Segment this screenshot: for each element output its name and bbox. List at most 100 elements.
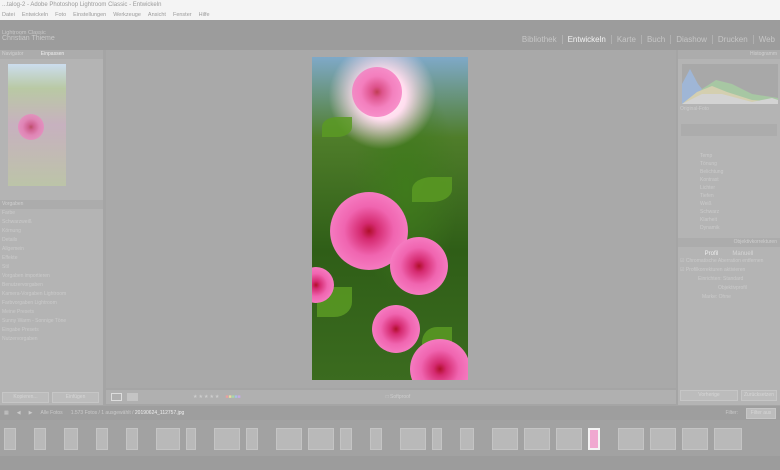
preset-item[interactable]: Kamera-Vorgaben Lightroom [0, 290, 103, 299]
menu-werkzeuge[interactable]: Werkzeuge [113, 10, 141, 20]
filmstrip-thumbnail[interactable] [432, 428, 442, 450]
preset-item[interactable]: Allgemein [0, 245, 103, 254]
slider-label: Dynamik [700, 225, 720, 231]
grid-icon[interactable]: ▦ [4, 410, 9, 416]
menu-ansicht[interactable]: Ansicht [148, 10, 166, 20]
slider-row[interactable]: Tiefen [698, 192, 780, 200]
module-entwickeln[interactable]: Entwickeln [563, 35, 612, 44]
filmstrip-thumbnail[interactable] [96, 428, 108, 450]
module-buch[interactable]: Buch [642, 35, 672, 44]
previous-button[interactable]: Vorherige [680, 390, 738, 401]
preset-item[interactable]: Effekte [0, 254, 103, 263]
basic-panel: Temp Tönung Belichtung Kontrast Lichter Tiefe… [678, 152, 780, 232]
filmstrip[interactable] [0, 420, 780, 456]
filmstrip-thumbnail[interactable] [714, 428, 742, 450]
module-drucken[interactable]: Drucken [713, 35, 754, 44]
menu-entwickeln[interactable]: Entwickeln [22, 10, 48, 20]
filmstrip-thumbnail[interactable] [214, 428, 240, 450]
filmstrip-thumbnail[interactable] [556, 428, 582, 450]
histogram [682, 64, 778, 104]
forward-icon[interactable]: ▶ [29, 410, 33, 416]
slider-row[interactable]: Dynamik [698, 224, 780, 232]
setup-select[interactable]: Standard [723, 276, 743, 282]
module-karte[interactable]: Karte [612, 35, 642, 44]
loupe-view-icon[interactable] [111, 393, 122, 401]
window-title: ...talog-2 - Adobe Photoshop Lightroom C… [2, 2, 162, 8]
filmstrip-thumbnail[interactable] [186, 428, 196, 450]
preset-item[interactable]: Nutzervorgaben [0, 335, 103, 344]
slider-label: Klarheit [700, 217, 717, 223]
slider-row[interactable]: Weiß [698, 200, 780, 208]
module-bibliothek[interactable]: Bibliothek [517, 35, 563, 44]
preset-item[interactable]: Sunny Warm - Sonnige Töne [0, 317, 103, 326]
copy-button[interactable]: Kopieren... [2, 392, 49, 403]
file-name[interactable]: 20190624_112757.jpg [135, 410, 184, 416]
navigator-preview[interactable] [8, 64, 66, 186]
menu-fenster[interactable]: Fenster [173, 10, 192, 20]
rating-stars[interactable]: ★★★★★ [193, 394, 220, 400]
color-labels[interactable]: ■■■■■ [225, 394, 240, 400]
title-bar: ...talog-2 - Adobe Photoshop Lightroom C… [0, 0, 780, 10]
slider-row[interactable]: Kontrast [698, 176, 780, 184]
slider-row[interactable]: Temp [698, 152, 780, 160]
filmstrip-thumbnail[interactable] [246, 428, 258, 450]
filmstrip-thumbnail[interactable] [156, 428, 180, 450]
compare-view-icon[interactable] [127, 393, 138, 401]
chk-profile[interactable]: ☑ Profilkorrekturen aktivieren [678, 266, 780, 275]
filmstrip-thumbnail[interactable] [618, 428, 644, 450]
preset-item[interactable]: Benutzervorgaben [0, 281, 103, 290]
original-photo-toggle[interactable]: Original-Foto [678, 105, 780, 114]
zoom-fit[interactable]: Einpassen [41, 51, 64, 57]
lens-corrections-header[interactable]: Objektivkorrekturen [678, 238, 780, 247]
module-web[interactable]: Web [754, 35, 780, 44]
slider-row[interactable]: Belichtung [698, 168, 780, 176]
module-diashow[interactable]: Diashow [671, 35, 713, 44]
preset-item[interactable]: Meine Presets [0, 308, 103, 317]
filmstrip-thumbnail[interactable] [370, 428, 382, 450]
filmstrip-thumbnail[interactable] [682, 428, 708, 450]
preset-item[interactable]: Vorgaben importieren [0, 272, 103, 281]
filter-select[interactable]: Filter aus [746, 407, 776, 419]
presets-header[interactable]: Vorgaben [0, 200, 103, 209]
paste-button[interactable]: Einfügen [52, 392, 99, 403]
filmstrip-thumbnail[interactable] [460, 428, 474, 450]
filmstrip-thumbnail[interactable] [650, 428, 676, 450]
filmstrip-thumbnail[interactable] [340, 428, 352, 450]
make-select[interactable]: Ohne [719, 294, 731, 300]
filmstrip-thumbnail[interactable] [276, 428, 302, 450]
back-icon[interactable]: ◀ [17, 410, 21, 416]
filmstrip-thumbnail[interactable] [126, 428, 138, 450]
chk-chromatic[interactable]: ☑ Chromatische Aberration entfernen [678, 257, 780, 266]
reset-button[interactable]: Zurücksetzen [741, 390, 777, 401]
filmstrip-thumbnail[interactable] [34, 428, 46, 450]
tool-strip[interactable] [681, 124, 777, 136]
slider-row[interactable]: Lichter [698, 184, 780, 192]
preset-item[interactable]: Schwarzweiß [0, 218, 103, 227]
filmstrip-thumbnail[interactable] [4, 428, 16, 450]
histogram-header[interactable]: Histogramm [678, 50, 780, 59]
filmstrip-thumbnail[interactable] [524, 428, 550, 450]
filmstrip-thumbnail[interactable] [400, 428, 426, 450]
menu-einstellungen[interactable]: Einstellungen [73, 10, 106, 20]
preset-item[interactable]: Details [0, 236, 103, 245]
filmstrip-thumbnail[interactable] [64, 428, 78, 450]
menu-hilfe[interactable]: Hilfe [199, 10, 210, 20]
menu-foto[interactable]: Foto [55, 10, 66, 20]
preset-item[interactable]: Stil [0, 263, 103, 272]
preset-item[interactable]: Farbvorgaben Lightroom [0, 299, 103, 308]
filmstrip-thumbnail[interactable] [308, 428, 334, 450]
slider-row[interactable]: Tönung [698, 160, 780, 168]
menu-datei[interactable]: Datei [2, 10, 15, 20]
chk-chromatic-label: Chromatische Aberration entfernen [685, 258, 764, 264]
preset-item[interactable]: Körnung [0, 227, 103, 236]
slider-row[interactable]: Schwarz [698, 208, 780, 216]
source-label[interactable]: Alle Fotos [40, 410, 62, 416]
filmstrip-thumbnail[interactable] [588, 428, 600, 450]
slider-row[interactable]: Klarheit [698, 216, 780, 224]
navigator-header[interactable]: Navigator Einpassen [0, 50, 103, 59]
filmstrip-thumbnail[interactable] [492, 428, 518, 450]
softproof-checkbox[interactable]: □ Softproof [386, 394, 411, 400]
preset-item[interactable]: Farbe [0, 209, 103, 218]
photo-hibiscus[interactable] [312, 57, 468, 380]
preset-item[interactable]: Eingabe Presets [0, 326, 103, 335]
